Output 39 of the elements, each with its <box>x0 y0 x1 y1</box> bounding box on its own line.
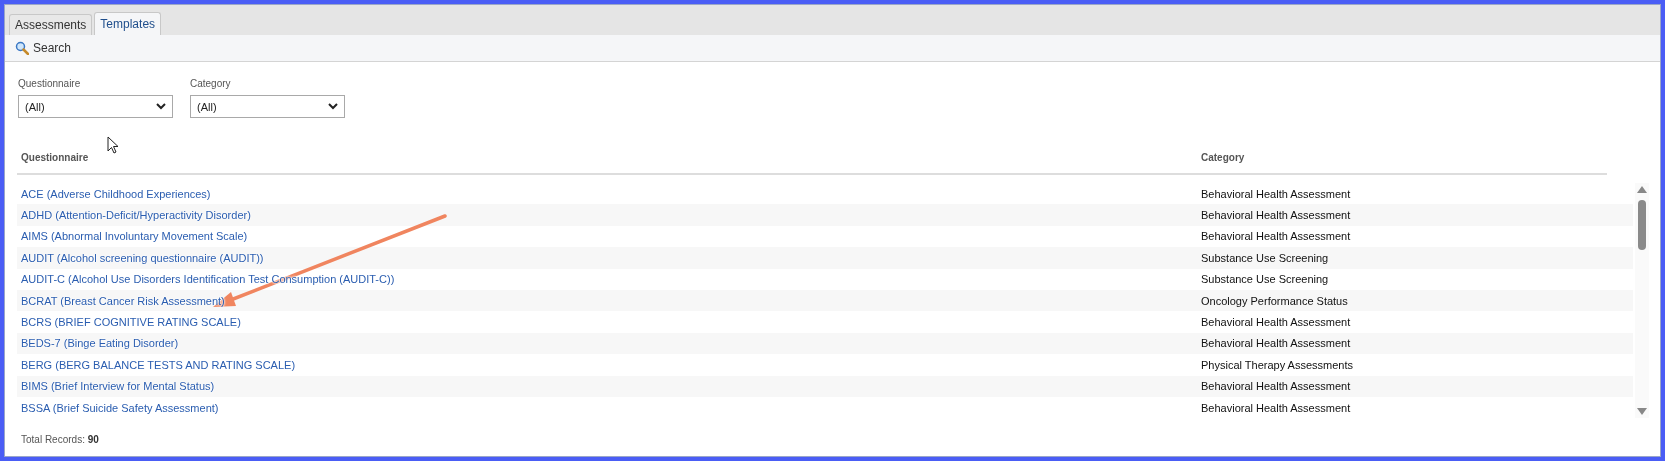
search-button[interactable]: Search <box>15 41 72 55</box>
table-cell-text: Behavioral Health Assessment <box>1200 209 1352 222</box>
questionnaire-link[interactable]: ACE (Adverse Childhood Experiences) <box>17 187 211 200</box>
scroll-thumb[interactable] <box>1638 200 1646 250</box>
questionnaire-link[interactable]: ADHD (Attention-Deficit/Hyperactivity Disorder) <box>17 209 251 222</box>
column-header[interactable]: Category <box>1197 152 1607 163</box>
questionnaire-link[interactable]: BCRS (BRIEF COGNITIVE RATING SCALE) <box>17 316 241 329</box>
table-cell-text: Substance Use Screening <box>1200 251 1330 264</box>
scroll-up-icon[interactable] <box>1637 186 1647 193</box>
table-cell-text: Behavioral Health Assessment <box>1200 187 1352 200</box>
chevron-down-icon <box>156 103 166 110</box>
table-cell-text: Behavioral Health Assessment <box>1200 316 1352 329</box>
dropdown[interactable]: (All) <box>18 95 173 118</box>
questionnaire-link[interactable]: BCRAT (Breast Cancer Risk Assessment) <box>17 294 225 307</box>
questionnaire-link[interactable]: AIMS (Abnormal Involuntary Movement Scale) <box>17 230 248 243</box>
column-header[interactable]: Questionnaire <box>17 152 1197 163</box>
scroll-down-icon[interactable] <box>1637 408 1647 415</box>
table-cell-text: Substance Use Screening <box>1200 273 1330 286</box>
questionnaire-link[interactable]: BERG (BERG BALANCE TESTS AND RATING SCALE) <box>17 358 296 371</box>
questionnaire-link[interactable]: BSSA (Brief Suicide Safety Assessment) <box>17 401 219 414</box>
table-cell-text: Behavioral Health Assessment <box>1200 337 1352 350</box>
mouse-cursor-icon <box>107 136 119 154</box>
tab[interactable]: Templates <box>94 12 162 35</box>
table-cell-text: Behavioral Health Assessment <box>1200 230 1352 243</box>
table-cell-text: Physical Therapy Assessments <box>1200 358 1355 371</box>
total-records: Total Records: 90 <box>21 434 100 446</box>
questionnaire-link[interactable]: AUDIT (Alcohol screening questionnaire (AUDIT)) <box>17 251 264 264</box>
filter-label: Questionnaire <box>18 78 82 89</box>
questionnaire-link[interactable]: BIMS (Brief Interview for Mental Status) <box>17 380 215 393</box>
tab[interactable]: Assessments <box>9 14 93 35</box>
filter-label: Category <box>190 78 232 89</box>
dropdown[interactable]: (All) <box>190 95 345 118</box>
table-cell-text: Behavioral Health Assessment <box>1200 380 1352 393</box>
scrollbar[interactable] <box>1635 183 1649 418</box>
questionnaire-link[interactable]: BEDS-7 (Binge Eating Disorder) <box>17 337 179 350</box>
table-cell-text: Behavioral Health Assessment <box>1200 401 1352 414</box>
search-icon <box>15 41 29 55</box>
chevron-down-icon <box>328 103 338 110</box>
table-cell-text: Oncology Performance Status <box>1200 294 1349 307</box>
